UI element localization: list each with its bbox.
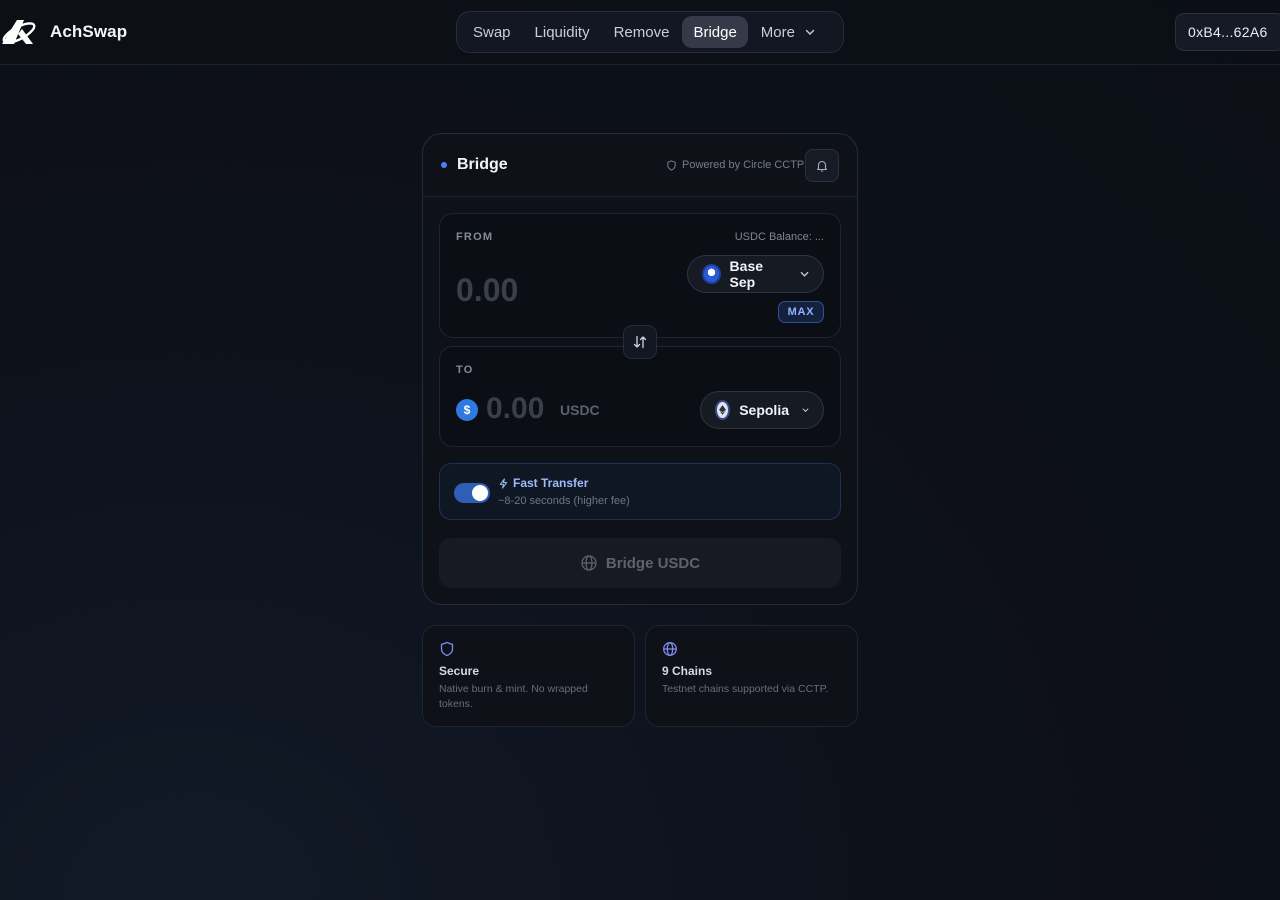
to-chain-label: Sepolia	[739, 402, 789, 418]
bridge-card: Bridge Powered by Circle CCTP FROM USDC …	[422, 133, 858, 605]
toggle-knob	[472, 485, 488, 501]
max-button[interactable]: MAX	[778, 301, 824, 323]
to-panel: TO $ 0.00 USDC Sepolia	[439, 346, 841, 447]
info-title: 9 Chains	[662, 664, 713, 678]
achswap-logo-icon	[2, 20, 36, 44]
from-panel: FROM USDC Balance: ... 0.00 Base Sep MAX	[439, 213, 841, 338]
info-title: Secure	[439, 664, 480, 678]
bell-icon	[816, 160, 828, 172]
from-amount-input[interactable]: 0.00	[456, 272, 518, 309]
fast-transfer-title: Fast Transfer	[498, 476, 588, 490]
info-card-secure: Secure Native burn & mint. No wrapped to…	[422, 625, 635, 727]
nav-swap[interactable]: Swap	[462, 16, 522, 48]
globe-icon	[581, 555, 597, 571]
fast-transfer-title-text: Fast Transfer	[513, 476, 589, 490]
from-chain-select[interactable]: Base Sep	[687, 255, 824, 293]
shield-icon	[440, 641, 454, 657]
nav-more[interactable]: More	[750, 16, 826, 48]
info-desc: Testnet chains supported via CCTP.	[662, 683, 829, 695]
nav-remove[interactable]: Remove	[603, 16, 681, 48]
usdc-balance: USDC Balance: ...	[734, 231, 824, 243]
nav-more-label: More	[760, 23, 795, 41]
to-label: TO	[456, 364, 474, 376]
status-dot	[441, 162, 447, 168]
shield-icon	[667, 159, 676, 171]
info-card-chains: 9 Chains Testnet chains supported via CC…	[645, 625, 858, 727]
fast-transfer-toggle[interactable]	[454, 483, 490, 503]
info-desc: Native burn & mint. No wrapped tokens.	[439, 683, 588, 710]
to-unit: USDC	[560, 402, 600, 418]
globe-icon	[663, 642, 677, 656]
usdc-token-icon: $	[456, 399, 478, 421]
nav-liquidity[interactable]: Liquidity	[524, 16, 601, 48]
nav-bridge[interactable]: Bridge	[682, 16, 748, 48]
bridge-title: Bridge	[457, 156, 508, 173]
chevron-down-icon	[802, 408, 809, 413]
from-chain-label: Base Sep	[729, 258, 764, 290]
brand-name: AchSwap	[50, 22, 128, 41]
chevron-down-icon	[800, 271, 809, 277]
bridge-card-header: Bridge Powered by Circle CCTP	[423, 134, 857, 197]
brand-logo[interactable]: AchSwap	[0, 17, 127, 47]
lightning-icon	[499, 477, 508, 489]
from-label: FROM	[456, 231, 494, 243]
notifications-button[interactable]	[805, 149, 839, 182]
fast-transfer-option: Fast Transfer ~8-20 seconds (higher fee)	[439, 463, 841, 520]
base-sepolia-chain-icon	[702, 264, 721, 284]
top-bar: AchSwap Swap Liquidity Remove Bridge Mor…	[0, 0, 1280, 65]
to-amount: 0.00	[486, 392, 545, 425]
powered-by: Powered by Circle CCTP	[666, 159, 804, 171]
ethereum-chain-icon	[715, 400, 731, 420]
to-chain-select[interactable]: Sepolia	[700, 391, 824, 429]
bridge-usdc-label: Bridge USDC	[605, 554, 701, 572]
chevron-down-icon	[805, 29, 815, 35]
wallet-address-button[interactable]: 0xB4...62A6	[1175, 13, 1280, 51]
swap-direction-button[interactable]	[623, 325, 657, 359]
powered-by-text: Powered by Circle CCTP	[682, 159, 805, 171]
bridge-usdc-button[interactable]: Bridge USDC	[439, 538, 841, 588]
main-nav: Swap Liquidity Remove Bridge More	[456, 11, 844, 53]
swap-vertical-icon	[633, 335, 647, 349]
fast-transfer-subtitle: ~8-20 seconds (higher fee)	[498, 495, 630, 507]
